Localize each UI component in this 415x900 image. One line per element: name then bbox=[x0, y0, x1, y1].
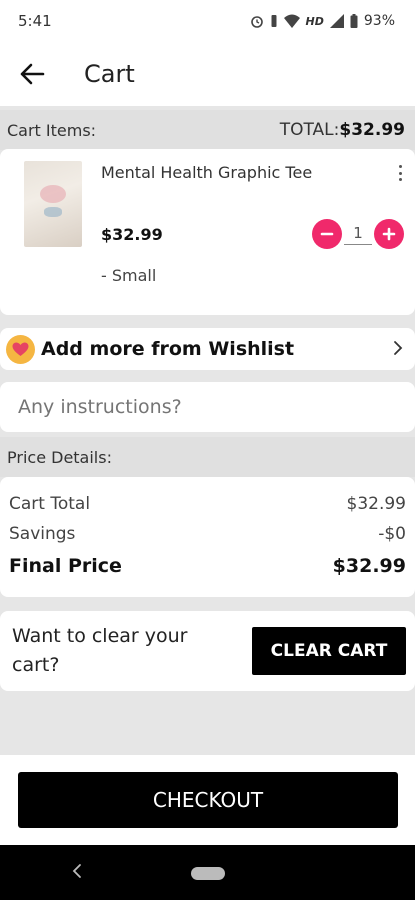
status-time: 5:41 bbox=[18, 12, 52, 30]
nav-home-pill[interactable] bbox=[191, 867, 225, 880]
arrow-left-icon bbox=[20, 63, 45, 85]
network-type: HD bbox=[305, 14, 324, 28]
cart-item-card: Mental Health Graphic Tee $32.99 - Small… bbox=[0, 149, 415, 315]
checkout-button[interactable]: CHECKOUT bbox=[18, 772, 398, 828]
quantity-value[interactable]: 1 bbox=[344, 224, 372, 245]
more-options-icon[interactable] bbox=[395, 163, 405, 183]
status-icons: HD 93% bbox=[250, 13, 395, 29]
clear-cart-prompt: Want to clear your cart? bbox=[12, 625, 188, 676]
savings-label: Savings bbox=[9, 524, 76, 544]
increase-quantity-button[interactable] bbox=[374, 219, 404, 249]
savings-value: -$0 bbox=[378, 524, 406, 544]
cart-items-label: Cart Items: bbox=[7, 120, 97, 140]
product-image[interactable] bbox=[24, 161, 82, 247]
decrease-quantity-button[interactable] bbox=[312, 219, 342, 249]
clear-cart-button[interactable]: CLEAR CART bbox=[252, 627, 406, 675]
price-details-label: Price Details: bbox=[7, 447, 112, 467]
signal-icon bbox=[329, 14, 344, 28]
cart-items-header: Cart Items: TOTAL:$32.99 bbox=[0, 110, 415, 150]
final-price-row: Final Price $32.99 bbox=[9, 551, 406, 581]
alarm-icon bbox=[250, 16, 263, 28]
wishlist-label: Add more from Wishlist bbox=[41, 338, 295, 360]
battery-icon bbox=[350, 14, 358, 28]
savings-row: Savings -$0 bbox=[9, 519, 406, 549]
app-bar: Cart bbox=[0, 42, 415, 106]
vibrate-icon bbox=[271, 15, 277, 27]
total-label: TOTAL: bbox=[279, 120, 340, 140]
product-name[interactable]: Mental Health Graphic Tee bbox=[101, 163, 312, 182]
add-from-wishlist-button[interactable]: Add more from Wishlist bbox=[0, 328, 415, 370]
instructions-card bbox=[0, 382, 415, 432]
chevron-right-icon bbox=[394, 341, 403, 355]
battery-level: 93% bbox=[363, 13, 395, 29]
price-details-card: Cart Total $32.99 Savings -$0 Final Pric… bbox=[0, 477, 415, 597]
instructions-input[interactable] bbox=[18, 396, 398, 418]
wifi-icon bbox=[283, 14, 300, 28]
back-button[interactable] bbox=[0, 42, 64, 106]
cart-total-value: $32.99 bbox=[346, 494, 406, 514]
cart-total-label: Cart Total bbox=[9, 494, 91, 514]
heart-icon bbox=[6, 334, 35, 364]
nav-back-icon[interactable] bbox=[72, 863, 82, 879]
quantity-stepper: 1 bbox=[312, 219, 404, 249]
page-title: Cart bbox=[84, 60, 135, 88]
final-price-value: $32.99 bbox=[332, 555, 406, 577]
clear-cart-card: Want to clear your cart? CLEAR CART bbox=[0, 611, 415, 691]
product-size: - Small bbox=[101, 266, 157, 285]
product-price: $32.99 bbox=[101, 225, 163, 244]
status-bar: 5:41 HD 93% bbox=[0, 0, 415, 42]
checkout-footer: CHECKOUT bbox=[0, 755, 415, 845]
plus-icon bbox=[382, 227, 396, 241]
cart-total: TOTAL:$32.99 bbox=[280, 120, 405, 140]
price-details-header: Price Details: bbox=[0, 437, 415, 477]
final-price-label: Final Price bbox=[9, 555, 122, 577]
minus-icon bbox=[320, 232, 334, 236]
cart-total-row: Cart Total $32.99 bbox=[9, 489, 406, 519]
system-navigation-bar bbox=[0, 845, 415, 900]
total-value: $32.99 bbox=[339, 120, 405, 140]
